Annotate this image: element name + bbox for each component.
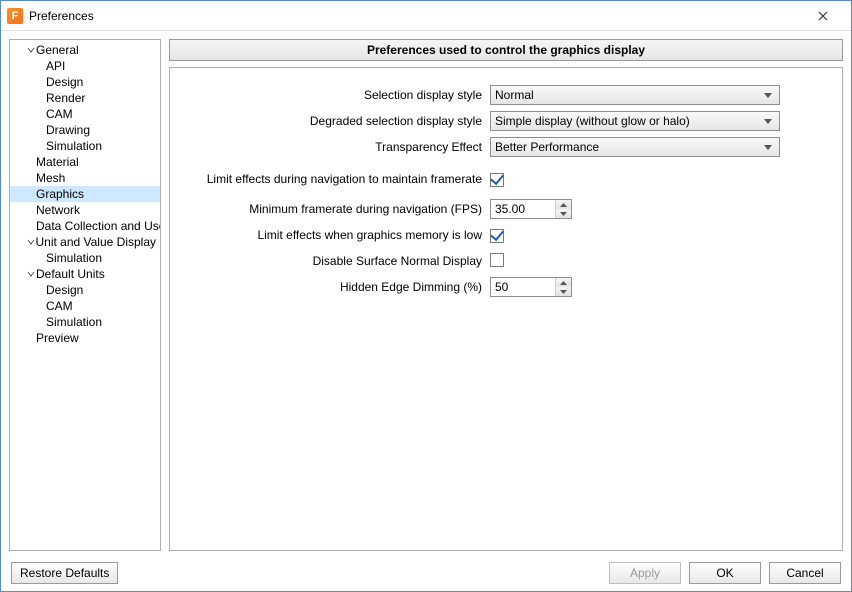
tree-label: Default Units (36, 267, 105, 281)
row-disable-normal: Disable Surface Normal Display (180, 248, 812, 274)
spinner-value: 35.00 (491, 200, 555, 218)
select-degraded-style[interactable]: Simple display (without glow or halo) (490, 111, 780, 131)
row-transparency: Transparency Effect Better Performance (180, 134, 812, 160)
tree-label: Design (46, 283, 83, 297)
spinner-up-button[interactable] (556, 278, 571, 287)
tree-item-general[interactable]: General (10, 42, 160, 58)
tree-item-drawing[interactable]: Drawing (10, 122, 160, 138)
tree-item-default-units[interactable]: Default Units (10, 266, 160, 282)
footer: Restore Defaults Apply OK Cancel (1, 555, 851, 591)
close-button[interactable] (803, 2, 843, 30)
tree-label: API (46, 59, 65, 73)
tree-item-preview[interactable]: Preview (10, 330, 160, 346)
tree-label: Preview (36, 331, 79, 345)
label-degraded-style: Degraded selection display style (180, 114, 490, 128)
row-selection-style: Selection display style Normal (180, 82, 812, 108)
row-min-fps: Minimum framerate during navigation (FPS… (180, 196, 812, 222)
apply-button[interactable]: Apply (609, 562, 681, 584)
label-transparency: Transparency Effect (180, 140, 490, 154)
main-panel: Preferences used to control the graphics… (169, 39, 843, 551)
tree-item-uvd-simulation[interactable]: Simulation (10, 250, 160, 266)
tree-label: Unit and Value Display (35, 235, 156, 249)
tree-label: Mesh (36, 171, 65, 185)
tree-label: Render (46, 91, 85, 105)
tree-label: Simulation (46, 139, 102, 153)
tree-item-cam[interactable]: CAM (10, 106, 160, 122)
tree-label: Simulation (46, 251, 102, 265)
tree-item-network[interactable]: Network (10, 202, 160, 218)
spinner-down-button[interactable] (556, 287, 571, 296)
tree-label: CAM (46, 107, 73, 121)
label-limit-nav: Limit effects during navigation to maint… (180, 172, 490, 186)
label-limit-mem: Limit effects when graphics memory is lo… (180, 228, 490, 242)
chevron-down-icon (761, 119, 775, 124)
tree-label: Network (36, 203, 80, 217)
content: General API Design Render CAM Drawing Si… (1, 31, 851, 555)
spinner-value: 50 (491, 278, 555, 296)
chevron-down-icon (26, 270, 36, 278)
label-min-fps: Minimum framerate during navigation (FPS… (180, 202, 490, 216)
spinner-up-button[interactable] (556, 200, 571, 209)
ok-button[interactable]: OK (689, 562, 761, 584)
tree-label: General (36, 43, 79, 57)
tree-item-simulation[interactable]: Simulation (10, 138, 160, 154)
tree-label: CAM (46, 299, 73, 313)
row-hidden-edge: Hidden Edge Dimming (%) 50 (180, 274, 812, 300)
window-title: Preferences (29, 9, 803, 23)
tree-label: Material (36, 155, 79, 169)
select-value: Simple display (without glow or halo) (495, 114, 761, 128)
tree-item-design[interactable]: Design (10, 74, 160, 90)
tree-item-material[interactable]: Material (10, 154, 160, 170)
tree-label: Design (46, 75, 83, 89)
row-limit-nav: Limit effects during navigation to maint… (180, 166, 812, 192)
spinner-hidden-edge[interactable]: 50 (490, 277, 572, 297)
label-disable-normal: Disable Surface Normal Display (180, 254, 490, 268)
tree-label: Graphics (36, 187, 84, 201)
titlebar: F Preferences (1, 1, 851, 31)
label-hidden-edge: Hidden Edge Dimming (%) (180, 280, 490, 294)
tree-item-graphics[interactable]: Graphics (10, 186, 160, 202)
checkbox-disable-normal[interactable] (490, 253, 504, 267)
spinner-min-fps[interactable]: 35.00 (490, 199, 572, 219)
tree-item-du-cam[interactable]: CAM (10, 298, 160, 314)
row-degraded-style: Degraded selection display style Simple … (180, 108, 812, 134)
panel-header: Preferences used to control the graphics… (169, 39, 843, 61)
tree-item-render[interactable]: Render (10, 90, 160, 106)
close-icon (818, 11, 828, 21)
row-limit-mem: Limit effects when graphics memory is lo… (180, 222, 812, 248)
tree-item-du-design[interactable]: Design (10, 282, 160, 298)
label-selection-style: Selection display style (180, 88, 490, 102)
spinner-down-button[interactable] (556, 209, 571, 218)
select-selection-style[interactable]: Normal (490, 85, 780, 105)
sidebar: General API Design Render CAM Drawing Si… (9, 39, 161, 551)
tree-item-unit-value-display[interactable]: Unit and Value Display (10, 234, 160, 250)
chevron-down-icon (761, 145, 775, 150)
tree-item-mesh[interactable]: Mesh (10, 170, 160, 186)
cancel-button[interactable]: Cancel (769, 562, 841, 584)
select-value: Normal (495, 88, 761, 102)
chevron-down-icon (761, 93, 775, 98)
restore-defaults-button[interactable]: Restore Defaults (11, 562, 118, 584)
chevron-down-icon (26, 238, 35, 246)
tree-label: Data Collection and Use (36, 219, 161, 233)
chevron-down-icon (26, 46, 36, 54)
select-value: Better Performance (495, 140, 761, 154)
tree-item-api[interactable]: API (10, 58, 160, 74)
tree-label: Simulation (46, 315, 102, 329)
tree-item-du-simulation[interactable]: Simulation (10, 314, 160, 330)
checkbox-limit-mem[interactable] (490, 229, 504, 243)
tree-item-data-collection[interactable]: Data Collection and Use (10, 218, 160, 234)
tree-label: Drawing (46, 123, 90, 137)
select-transparency[interactable]: Better Performance (490, 137, 780, 157)
checkbox-limit-nav[interactable] (490, 173, 504, 187)
app-icon: F (7, 8, 23, 24)
settings-panel: Selection display style Normal Degraded … (169, 67, 843, 551)
